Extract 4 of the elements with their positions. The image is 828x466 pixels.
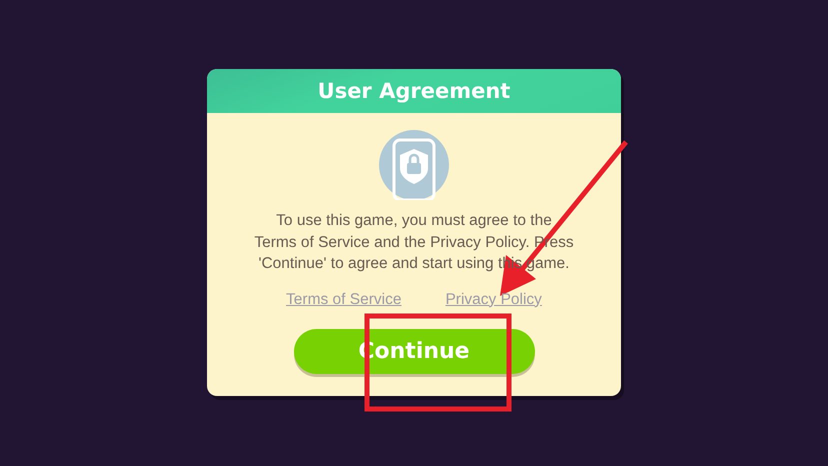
policy-link[interactable]: Terms of Service (286, 290, 402, 308)
policy-link[interactable]: Privacy Policy (445, 290, 542, 308)
shield-lock-icon (379, 130, 449, 200)
dialog-title: User Agreement (318, 79, 510, 103)
